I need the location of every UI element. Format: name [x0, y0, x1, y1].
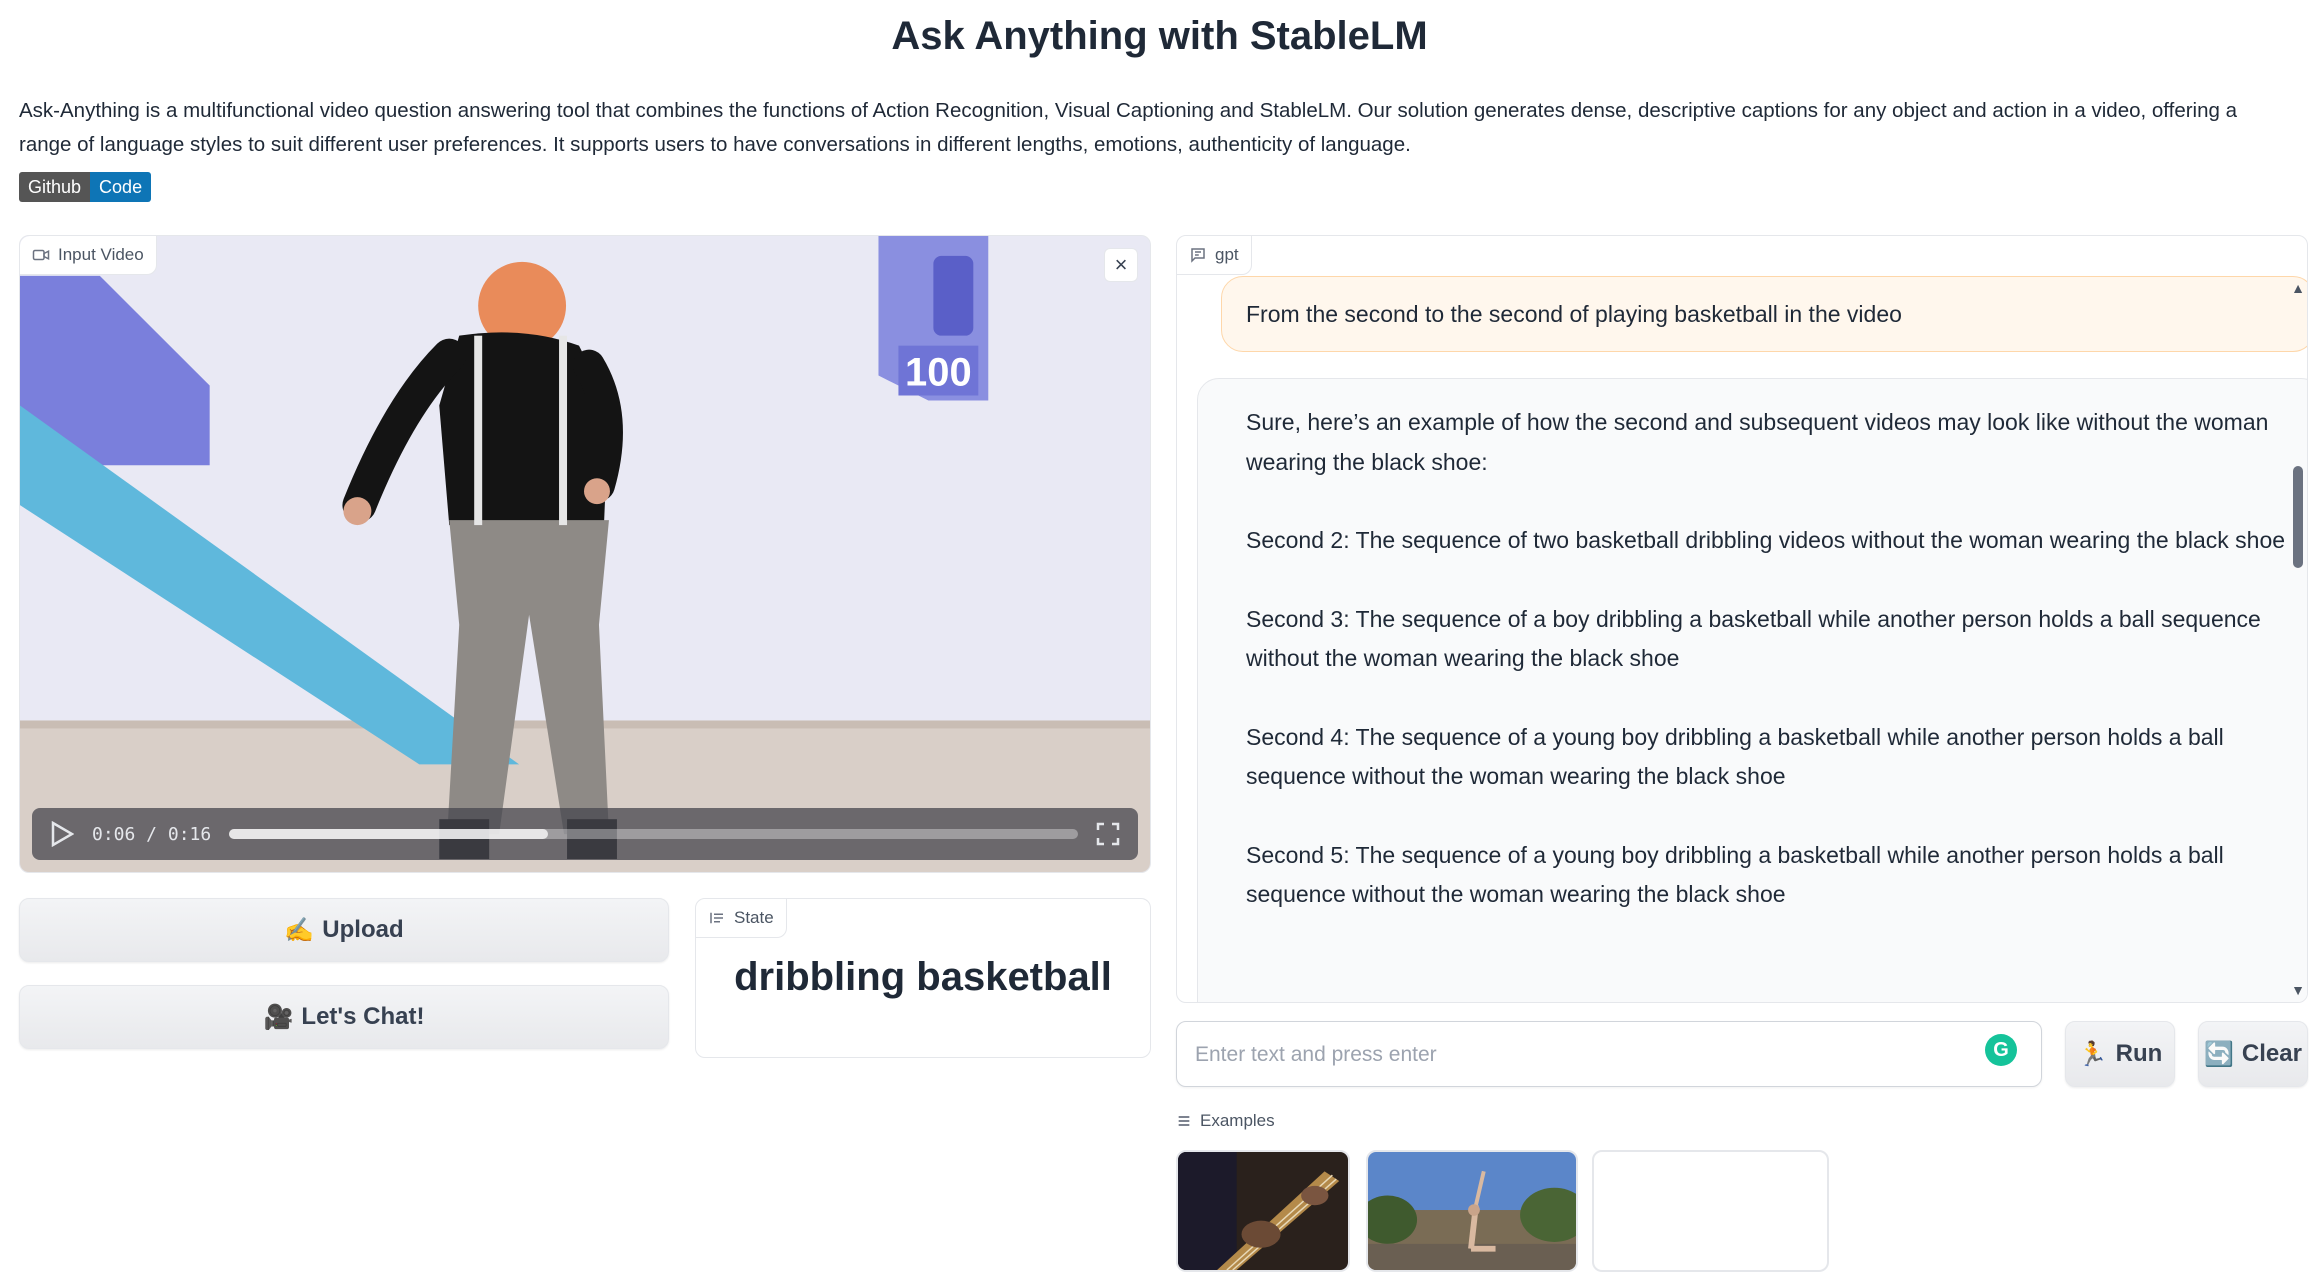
- upload-button-label: Upload: [322, 916, 404, 943]
- movie-camera-icon: 🎥: [263, 1003, 294, 1031]
- video-time: 0:06 / 0:16: [92, 823, 212, 845]
- chatbot-tag: gpt: [1177, 236, 1252, 275]
- lets-chat-button[interactable]: 🎥 Let's Chat!: [19, 985, 669, 1049]
- page-title: Ask Anything with StableLM: [891, 14, 1428, 58]
- state-label: State: [734, 908, 774, 927]
- state-tag: State: [696, 899, 787, 938]
- chat-bubble-icon: [1191, 248, 1205, 263]
- state-panel: State dribbling basketball: [695, 898, 1151, 1058]
- user-message-text: From the second to the second of playing…: [1246, 300, 1902, 327]
- state-value: dribbling basketball: [734, 955, 1112, 999]
- chat-scrollbar-thumb[interactable]: [2293, 466, 2303, 568]
- upload-button[interactable]: ✍️ Upload: [19, 898, 669, 962]
- yoga-image: [1368, 1152, 1576, 1270]
- input-video-label: Input Video: [58, 245, 144, 264]
- bot-message: Sure, here’s an example of how the secon…: [1197, 378, 2307, 1002]
- bot-message-paragraph: Second 2: The sequence of two basketball…: [1246, 527, 2286, 553]
- example-thumbnail-guitar[interactable]: [1176, 1150, 1350, 1272]
- chatbot-label: gpt: [1215, 245, 1239, 264]
- play-icon[interactable]: [50, 821, 74, 847]
- lets-chat-button-label: Let's Chat!: [301, 1003, 425, 1030]
- grammarly-icon[interactable]: G: [1985, 1034, 2017, 1066]
- run-button-label: Run: [2115, 1040, 2163, 1067]
- list-icon: [1178, 1116, 1190, 1126]
- runner-icon: 🏃: [2077, 1040, 2108, 1068]
- input-video-tag: Input Video: [20, 236, 157, 275]
- scroll-down-arrow-icon[interactable]: ▼: [2291, 982, 2305, 998]
- bot-message-paragraph: Second 4: The sequence of a young boy dr…: [1246, 723, 2224, 790]
- clear-button[interactable]: 🔄 Clear: [2198, 1021, 2308, 1087]
- text-lines-icon: [710, 912, 723, 924]
- chat-text-input[interactable]: Enter text and press enter G: [1176, 1021, 2042, 1087]
- example-thumbnail-empty[interactable]: [1592, 1150, 1829, 1272]
- fullscreen-icon[interactable]: [1096, 822, 1120, 846]
- clear-video-button[interactable]: ×: [1104, 248, 1138, 282]
- example-thumbnail-yoga[interactable]: [1366, 1150, 1578, 1272]
- bot-message-paragraph: Second 3: The sequence of a boy dribblin…: [1246, 605, 2261, 672]
- guitar-image: [1178, 1152, 1348, 1270]
- run-button[interactable]: 🏃 Run: [2065, 1021, 2175, 1087]
- video-controls[interactable]: 0:06 / 0:16: [32, 808, 1138, 860]
- examples-header: Examples: [1176, 1111, 1275, 1131]
- user-message: From the second to the second of playing…: [1221, 276, 2307, 352]
- video-camera-icon: [32, 249, 50, 261]
- examples-label: Examples: [1200, 1111, 1275, 1130]
- clear-button-label: Clear: [2241, 1040, 2302, 1067]
- badge-right-label: Code: [90, 172, 152, 202]
- bot-message-paragraph: Sure, here’s an example of how the secon…: [1246, 409, 2269, 475]
- jersey-number-text: 100: [905, 351, 972, 395]
- github-code-badge[interactable]: Github Code: [19, 172, 152, 202]
- input-video-panel[interactable]: Input Video 100 × 0:06 / 0:16: [19, 235, 1151, 873]
- badge-left-label: Github: [19, 172, 91, 202]
- bot-message-paragraph: Second 5: The sequence of a young boy dr…: [1246, 841, 2224, 908]
- writing-hand-icon: ✍️: [284, 916, 315, 944]
- video-progress-fill: [229, 829, 548, 839]
- page-description: Ask-Anything is a multifunctional video …: [19, 99, 2237, 156]
- chat-input-placeholder: Enter text and press enter: [1195, 1043, 1437, 1066]
- refresh-icon: 🔄: [2204, 1040, 2234, 1068]
- scroll-up-arrow-icon[interactable]: ▲: [2291, 280, 2305, 296]
- chatbot-panel[interactable]: gpt From the second to the second of pla…: [1176, 235, 2308, 1003]
- video-frame: 100: [20, 236, 1150, 872]
- chat-scroll-area[interactable]: From the second to the second of playing…: [1177, 236, 2307, 1002]
- video-progress-bar[interactable]: [229, 829, 1078, 839]
